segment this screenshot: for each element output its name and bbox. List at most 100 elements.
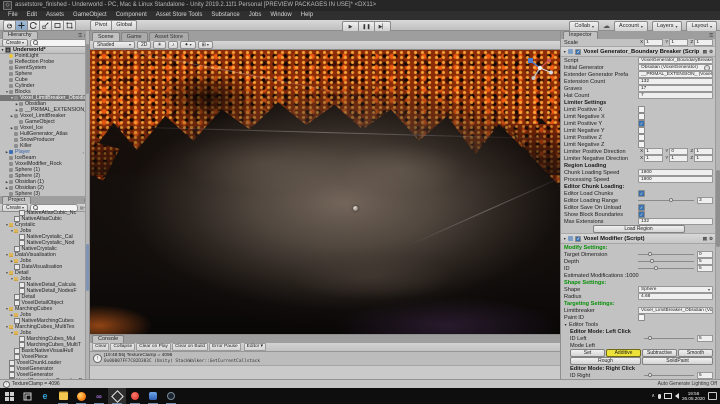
editor-loading-range-value[interactable]: 3: [697, 197, 713, 204]
hat-count-field[interactable]: 7: [638, 92, 713, 99]
initial-generator-field[interactable]: Obsidian (VoxelGenerator): [638, 64, 713, 71]
max-extensions-field[interactable]: 132: [638, 218, 713, 225]
tab-game[interactable]: Game: [120, 32, 148, 41]
rotate-tool[interactable]: [28, 19, 40, 31]
move-tool[interactable]: [16, 19, 28, 31]
radius-field[interactable]: 4.68: [638, 293, 713, 300]
menu-jobs[interactable]: Jobs: [245, 11, 266, 20]
gear-icon[interactable]: ⚙: [709, 49, 713, 55]
id-left-slider[interactable]: [644, 335, 694, 342]
2d-toggle[interactable]: 2D: [137, 41, 152, 49]
gizmos-icon[interactable]: ⊞ ▾: [197, 41, 213, 49]
scene-orientation-gizmo[interactable]: [525, 53, 555, 83]
rough-button[interactable]: Rough: [570, 357, 641, 365]
taskbar-task-view-icon[interactable]: [18, 388, 36, 404]
tray-expand-icon[interactable]: ∧: [651, 393, 655, 399]
limit-negative-x-checkbox[interactable]: [638, 113, 645, 120]
processing-speed-field[interactable]: 1900: [638, 176, 713, 183]
hierarchy-search-input[interactable]: [30, 38, 87, 47]
speaker-icon[interactable]: [675, 393, 679, 399]
object-picker-icon[interactable]: [704, 65, 710, 70]
load-region-button[interactable]: Load Region: [592, 225, 685, 233]
display-icon[interactable]: [664, 393, 672, 399]
component-enabled-checkbox[interactable]: ✓: [575, 48, 582, 55]
depth-slider[interactable]: [638, 258, 694, 265]
console-clear-on-play-button[interactable]: Clear on Play: [136, 343, 171, 351]
id-left-value[interactable]: 5: [697, 335, 713, 342]
tab-asset-store[interactable]: Asset Store: [148, 32, 190, 41]
notification-icon[interactable]: [708, 392, 717, 400]
menu-help[interactable]: Help: [297, 11, 317, 20]
menu-substance[interactable]: Substance: [207, 11, 243, 20]
show-block-boundaries-checkbox[interactable]: ✓: [638, 211, 645, 218]
taskbar-red-app-icon[interactable]: [126, 388, 144, 404]
id-right-value[interactable]: 5: [697, 372, 713, 379]
taskbar-dark-app-icon[interactable]: [162, 388, 180, 404]
reference-icon[interactable]: ▤: [703, 49, 707, 55]
taskbar-blue-app-icon[interactable]: [144, 388, 162, 404]
chunk-loading-speed-field[interactable]: 1900: [638, 169, 713, 176]
id-right-slider[interactable]: [644, 372, 694, 379]
shape-field[interactable]: Sphere ▾: [638, 286, 713, 293]
graves-field[interactable]: 17: [638, 85, 713, 92]
smooth-button[interactable]: Smooth: [678, 349, 713, 357]
cloud-icon[interactable]: ☁: [603, 22, 610, 31]
limiter-negative-direction-z-field[interactable]: 1: [694, 155, 714, 162]
target-dimension-slider[interactable]: [638, 251, 694, 258]
limit-positive-y-checkbox[interactable]: ✓: [638, 120, 645, 127]
transform-tool[interactable]: [64, 19, 76, 31]
limiter-positive-direction-x-field[interactable]: 1: [644, 148, 664, 155]
reference-icon[interactable]: ▤: [703, 236, 707, 242]
hierarchy-scrollbar[interactable]: [85, 31, 89, 196]
component-header-voxel-generator-boundary-breaker-scrip[interactable]: ▼ ✓ Voxel Generator_Boundary Breaker (Scri…: [561, 46, 715, 57]
tab-console[interactable]: Console: [92, 335, 125, 343]
lighting-icon[interactable]: ☀: [153, 41, 166, 49]
taskbar-start-icon[interactable]: [0, 388, 18, 404]
effects-icon[interactable]: ✦ ▾: [180, 41, 196, 49]
console-editor-dropdown[interactable]: Editor ▾: [243, 343, 266, 351]
set-button[interactable]: Set: [570, 349, 605, 357]
prefab-arrow-icon[interactable]: ›: [83, 150, 84, 155]
project-scrollbar[interactable]: [85, 196, 89, 379]
additive-button[interactable]: Additive: [606, 349, 641, 357]
scale-y-field[interactable]: 1: [669, 39, 689, 46]
console-clear-on-build-button[interactable]: Clear on Build: [171, 343, 209, 351]
foldout-icon[interactable]: ▼: [563, 50, 566, 54]
paint-id-checkbox[interactable]: [638, 314, 645, 321]
id-value[interactable]: 5: [697, 265, 713, 272]
rect-tool[interactable]: [52, 19, 64, 31]
limitbreaker-field[interactable]: Voxel_LimitBreaker_Obsidian (Vox: [638, 307, 713, 314]
editor-save-on-unload-checkbox[interactable]: ✓: [638, 204, 645, 211]
inspector-scrollbar[interactable]: [715, 31, 720, 379]
taskbar-firefox-icon[interactable]: [72, 388, 90, 404]
taskbar-visual-studio-icon[interactable]: ∞: [90, 388, 108, 404]
editor-load-chunks-checkbox[interactable]: ✓: [638, 190, 645, 197]
console-error-pause-button[interactable]: Error Pause: [209, 343, 241, 351]
component-enabled-checkbox[interactable]: ✓: [575, 235, 582, 242]
scale-x-field[interactable]: 1: [644, 39, 664, 46]
limiter-negative-direction-y-field[interactable]: 1: [669, 155, 689, 162]
limit-positive-z-checkbox[interactable]: [638, 134, 645, 141]
extension-count-field[interactable]: 132: [638, 78, 713, 85]
taskbar-unity-icon[interactable]: [108, 388, 126, 404]
menu-asset-store-tools[interactable]: Asset Store Tools: [152, 11, 207, 20]
console-clear-button[interactable]: Clear: [92, 343, 110, 351]
hand-tool[interactable]: [3, 19, 16, 31]
audio-icon[interactable]: ♪: [167, 41, 179, 49]
taskbar-explorer-icon[interactable]: [54, 388, 72, 404]
tab-scene[interactable]: Scene: [92, 32, 120, 41]
pivot-toggle[interactable]: Pivot: [90, 19, 113, 31]
global-toggle[interactable]: Global: [112, 19, 138, 31]
scale-z-field[interactable]: 1: [694, 39, 714, 46]
scale-tool[interactable]: [40, 19, 52, 31]
solidpaint-button[interactable]: SolidPaint: [642, 357, 713, 365]
taskbar-clock[interactable]: 19:56 26.05.2020: [682, 391, 705, 401]
mic-icon[interactable]: [658, 393, 661, 399]
scene-viewport[interactable]: [90, 50, 560, 334]
menu-window[interactable]: Window: [266, 11, 295, 20]
limit-positive-x-checkbox[interactable]: [638, 106, 645, 113]
target-dimension-value[interactable]: 0: [697, 251, 713, 258]
limiter-negative-direction-x-field[interactable]: 1: [644, 155, 664, 162]
gear-icon[interactable]: ⚙: [709, 236, 713, 242]
taskbar-edge-icon[interactable]: e: [36, 388, 54, 404]
